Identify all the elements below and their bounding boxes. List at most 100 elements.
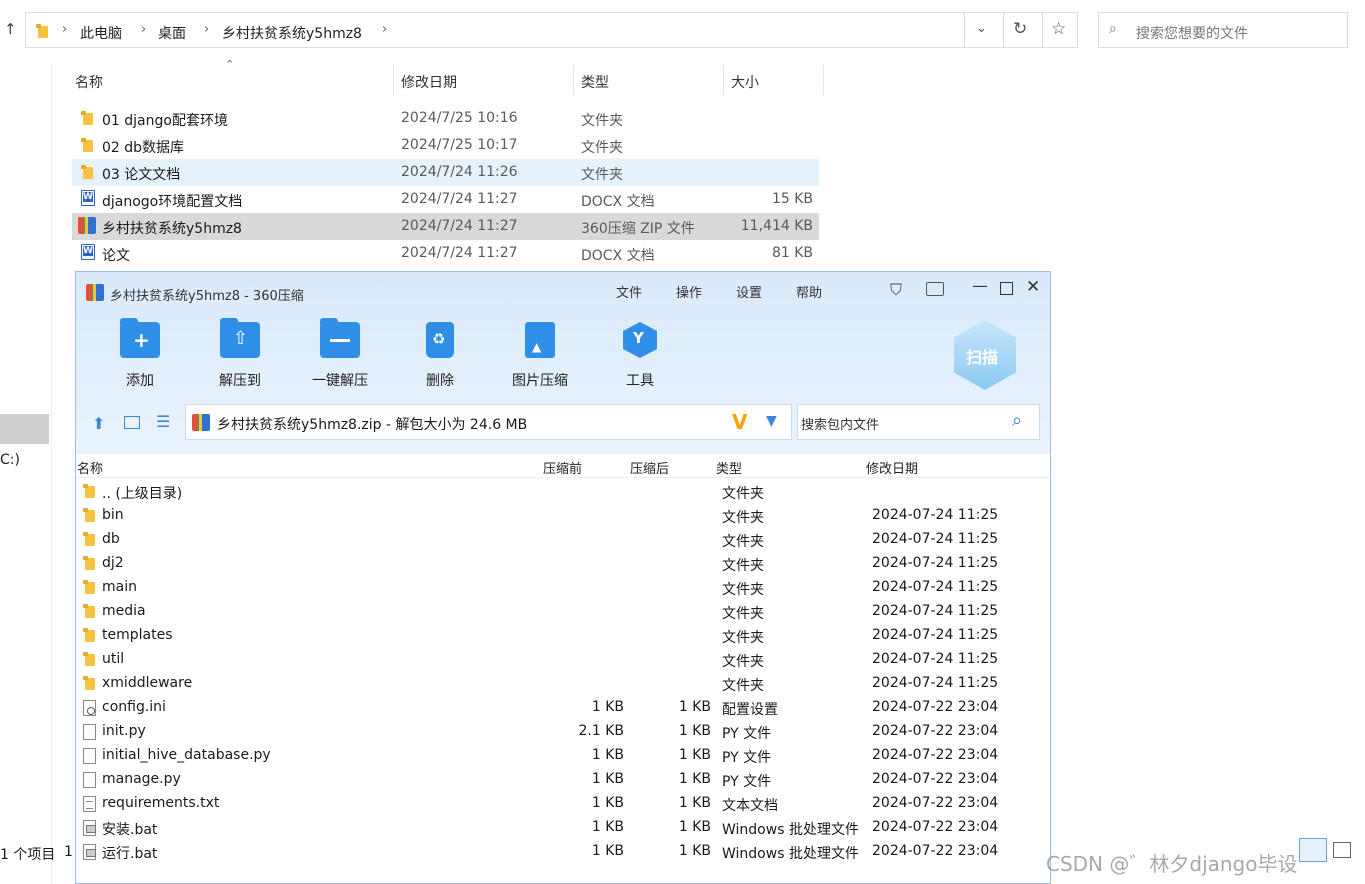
- archive-item-before: 1 KB: [591, 795, 624, 811]
- file-name: 02 db数据库: [102, 140, 185, 156]
- search-icon[interactable]: ⌕: [1012, 410, 1022, 431]
- archive-row[interactable]: bin 文件夹 2024-07-24 11:25: [76, 504, 1050, 528]
- close-button[interactable]: ✕: [1026, 277, 1040, 297]
- delete-button[interactable]: ♻ 删除: [405, 322, 475, 390]
- list-view-icon[interactable]: ☰: [156, 412, 170, 431]
- file-row-selected[interactable]: 乡村扶贫系统y5hmz8 2024/7/24 11:27 360压缩 ZIP 文…: [72, 213, 819, 240]
- archive-row[interactable]: requirements.txt 1 KB 1 KB 文本文档 2024-07-22 2…: [76, 792, 1050, 816]
- archive-row[interactable]: media 文件夹 2024-07-24 11:25: [76, 600, 1050, 624]
- zip-header-type[interactable]: 类型: [716, 458, 742, 477]
- column-header-name[interactable]: 名称: [75, 72, 103, 92]
- minimize-button[interactable]: —: [972, 276, 988, 295]
- zip-header-before[interactable]: 压缩前: [543, 458, 582, 477]
- one-click-extract-button[interactable]: 一键解压: [305, 318, 375, 390]
- column-header-size[interactable]: 大小: [731, 72, 759, 92]
- add-folder-icon: +: [120, 318, 160, 358]
- config-file-icon: [83, 700, 96, 716]
- image-compress-button[interactable]: ▲ 图片压缩: [505, 322, 575, 390]
- archive-row[interactable]: .. (上级目录) 文件夹: [76, 480, 1050, 504]
- address-bar[interactable]: › 此电脑 › 桌面 › 乡村扶贫系统y5hmz8 › ⌄ ↻ ☆: [25, 12, 1078, 48]
- zip-header-date[interactable]: 修改日期: [866, 458, 918, 477]
- zip-header-after[interactable]: 压缩后: [630, 458, 669, 477]
- breadcrumb-item[interactable]: 乡村扶贫系统y5hmz8: [222, 23, 362, 43]
- maximize-button[interactable]: [1000, 282, 1013, 295]
- breadcrumb-item[interactable]: 此电脑: [80, 23, 122, 43]
- archive-row[interactable]: util 文件夹 2024-07-24 11:25: [76, 648, 1050, 672]
- archive-row[interactable]: db 文件夹 2024-07-24 11:25: [76, 528, 1050, 552]
- preview-view-button[interactable]: [1333, 842, 1351, 858]
- search-box[interactable]: ⌕ 搜索您想要的文件: [1098, 12, 1348, 48]
- archive-search-box[interactable]: 搜索包内文件 ⌕: [797, 404, 1040, 440]
- feedback-icon[interactable]: [926, 282, 944, 296]
- scan-button[interactable]: 扫描: [954, 320, 1016, 390]
- up-level-icon[interactable]: ⬆: [92, 414, 105, 433]
- archive-item-type: 文件夹: [722, 654, 764, 670]
- archive-item-name: .. (上级目录): [102, 486, 183, 502]
- column-header-date[interactable]: 修改日期: [401, 72, 457, 92]
- archive-item-type: 文件夹: [722, 678, 764, 694]
- archive-row[interactable]: 安装.bat 1 KB 1 KB Windows 批处理文件 2024-07-22 23…: [76, 816, 1050, 840]
- archive-item-after: 1 KB: [678, 771, 711, 787]
- zip-window[interactable]: 乡村扶贫系统y5hmz8 - 360压缩 文件 操作 设置 帮助 ⛉ — ✕ +…: [75, 271, 1051, 884]
- archive-item-before: 1 KB: [591, 747, 624, 763]
- breadcrumb-item[interactable]: 桌面: [158, 23, 186, 43]
- menu-help[interactable]: 帮助: [796, 282, 822, 301]
- folder-icon: [36, 24, 50, 38]
- menu-settings[interactable]: 设置: [736, 282, 762, 301]
- archive-row[interactable]: xmiddleware 文件夹 2024-07-24 11:25: [76, 672, 1050, 696]
- menu-file[interactable]: 文件: [616, 282, 642, 301]
- archive-row[interactable]: dj2 文件夹 2024-07-24 11:25: [76, 552, 1050, 576]
- file-row[interactable]: 论文 2024/7/24 11:27 DOCX 文档 81 KB: [72, 240, 819, 267]
- chevron-down-icon[interactable]: ⌄: [976, 21, 987, 36]
- watermark: CSDN @゛林夕django毕设: [1046, 852, 1298, 876]
- archive-path-bar[interactable]: 乡村扶贫系统y5hmz8.zip - 解包大小为 24.6 MB V ▼: [185, 404, 792, 440]
- archive-item-before: 2.1 KB: [578, 723, 625, 739]
- folder-icon: [81, 138, 95, 152]
- nav-selected-item[interactable]: [0, 414, 49, 444]
- file-icon: [83, 772, 96, 788]
- tools-button[interactable]: Y 工具: [605, 322, 675, 390]
- file-row[interactable]: 02 db数据库 2024/7/25 10:17 文件夹: [72, 132, 819, 159]
- tools-label: 工具: [626, 373, 654, 389]
- archive-item-type: 文件夹: [722, 606, 764, 622]
- archive-item-type: PY 文件: [722, 750, 772, 766]
- nav-drive-c[interactable]: C:): [0, 452, 20, 468]
- sort-up-icon: ⌃: [225, 58, 235, 71]
- add-button[interactable]: + 添加: [105, 318, 175, 390]
- archive-search-placeholder: 搜索包内文件: [801, 418, 880, 433]
- file-date: 2024/7/24 11:27: [401, 218, 518, 234]
- file-row[interactable]: djanogo环境配置文档 2024/7/24 11:27 DOCX 文档 15…: [72, 186, 819, 213]
- archive-row[interactable]: config.ini 1 KB 1 KB 配置设置 2024-07-22 23:04: [76, 696, 1050, 720]
- archive-row[interactable]: init.py 2.1 KB 1 KB PY 文件 2024-07-22 23:04: [76, 720, 1050, 744]
- archive-item-name: 安装.bat: [102, 822, 158, 838]
- archive-item-type: 文件夹: [722, 534, 764, 550]
- menu-operation[interactable]: 操作: [676, 282, 702, 301]
- archive-item-name: xmiddleware: [102, 675, 193, 691]
- archive-row[interactable]: initial_hive_database.py 1 KB 1 KB PY 文件 202…: [76, 744, 1050, 768]
- file-row[interactable]: 01 django配套环境 2024/7/25 10:16 文件夹: [72, 105, 819, 132]
- archive-item-name: db: [102, 531, 120, 547]
- archive-item-date: 2024-07-24 11:25: [872, 651, 999, 667]
- refresh-icon[interactable]: ↻: [1013, 19, 1027, 39]
- column-header-type[interactable]: 类型: [581, 72, 609, 92]
- details-view-button[interactable]: [1299, 838, 1327, 862]
- archive-row[interactable]: manage.py 1 KB 1 KB PY 文件 2024-07-22 23:04: [76, 768, 1050, 792]
- dropdown-arrow-icon[interactable]: ▼: [766, 413, 777, 429]
- archive-item-type: 文件夹: [722, 582, 764, 598]
- thumbnail-view-icon[interactable]: [124, 416, 140, 429]
- extract-to-button[interactable]: ⇧ 解压到: [205, 318, 275, 390]
- archive-item-type: 文件夹: [722, 558, 764, 574]
- folder-icon: [81, 165, 95, 179]
- window-title: 乡村扶贫系统y5hmz8 - 360压缩: [110, 289, 304, 304]
- zip-header-name[interactable]: 名称: [77, 458, 103, 477]
- recycle-bin-icon: ♻: [426, 322, 454, 358]
- archive-item-after: 1 KB: [678, 843, 711, 859]
- archive-row[interactable]: templates 文件夹 2024-07-24 11:25: [76, 624, 1050, 648]
- star-icon[interactable]: ☆: [1051, 19, 1066, 39]
- file-row-hovered[interactable]: 03 论文文档 2024/7/24 11:26 文件夹: [72, 159, 819, 186]
- file-icon: [83, 724, 96, 740]
- archive-row[interactable]: 运行.bat 1 KB 1 KB Windows 批处理文件 2024-07-22 23…: [76, 840, 1050, 864]
- up-arrow-button[interactable]: ↑: [4, 20, 17, 38]
- skin-icon[interactable]: ⛉: [890, 280, 902, 300]
- archive-row[interactable]: main 文件夹 2024-07-24 11:25: [76, 576, 1050, 600]
